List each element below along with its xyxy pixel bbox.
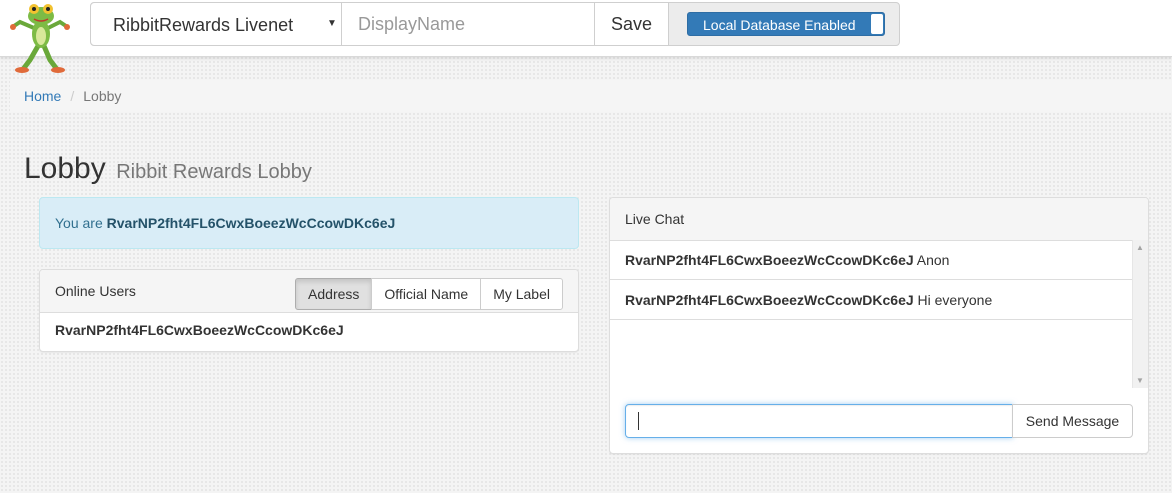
identity-alert: You are RvarNP2fht4FL6CwxBoeezWcCcowDKc6…	[39, 197, 579, 249]
online-users-title: Online Users	[55, 283, 136, 299]
breadcrumb-home-link[interactable]: Home	[24, 88, 61, 104]
network-select-value: RibbitRewards Livenet	[113, 15, 294, 35]
save-button[interactable]: Save	[595, 3, 669, 45]
text-cursor	[638, 412, 639, 430]
page-subtitle: Ribbit Rewards Lobby	[116, 161, 312, 183]
frog-mascot-icon[interactable]	[8, 2, 72, 76]
chat-message: RvarNP2fht4FL6CwxBoeezWcCcowDKc6eJ Anon	[610, 240, 1132, 280]
view-my-label-button[interactable]: My Label	[480, 278, 563, 310]
chat-message-list[interactable]: RvarNP2fht4FL6CwxBoeezWcCcowDKc6eJ Anon …	[610, 240, 1148, 388]
chat-message-input[interactable]	[625, 404, 1013, 438]
chat-message-text: Hi everyone	[917, 292, 993, 308]
scroll-down-arrow-icon[interactable]: ▼	[1136, 376, 1144, 385]
scroll-up-arrow-icon[interactable]: ▲	[1136, 243, 1144, 252]
local-database-toggle-label: Local Database Enabled	[703, 17, 856, 33]
live-chat-panel: Live Chat RvarNP2fht4FL6CwxBoeezWcCcowDK…	[609, 197, 1149, 454]
toolbar-controls: RibbitRewards Livenet ▼ Save Local Datab…	[90, 2, 900, 46]
send-message-button[interactable]: Send Message	[1012, 404, 1133, 438]
chat-message: RvarNP2fht4FL6CwxBoeezWcCcowDKc6eJ Hi ev…	[610, 280, 1132, 320]
user-view-toggle-group: Address Official Name My Label	[295, 278, 563, 310]
online-user-item[interactable]: RvarNP2fht4FL6CwxBoeezWcCcowDKc6eJ	[55, 322, 344, 338]
display-name-input[interactable]	[342, 3, 595, 45]
network-select[interactable]: RibbitRewards Livenet ▼	[91, 3, 342, 45]
top-navbar: RibbitRewards Livenet ▼ Save Local Datab…	[0, 0, 1172, 73]
live-chat-heading: Live Chat	[610, 198, 1148, 241]
chat-message-text: Anon	[916, 252, 950, 268]
identity-address: RvarNP2fht4FL6CwxBoeezWcCcowDKc6eJ	[106, 215, 396, 231]
breadcrumb: Home / Lobby	[10, 80, 1172, 112]
view-official-name-button[interactable]: Official Name	[371, 278, 482, 310]
chevron-down-icon: ▼	[327, 18, 337, 29]
chat-scrollbar[interactable]: ▲ ▼	[1132, 240, 1148, 388]
chat-message-sender: RvarNP2fht4FL6CwxBoeezWcCcowDKc6eJ	[625, 292, 914, 308]
chat-message-sender: RvarNP2fht4FL6CwxBoeezWcCcowDKc6eJ	[625, 252, 914, 268]
view-address-button[interactable]: Address	[295, 278, 373, 310]
breadcrumb-current: Lobby	[83, 88, 122, 104]
page-title: Lobby	[24, 152, 106, 185]
local-database-toggle[interactable]: Local Database Enabled	[687, 12, 885, 36]
live-chat-title: Live Chat	[625, 211, 685, 227]
toggle-knob	[871, 14, 883, 34]
online-users-panel: Online Users Address Official Name My La…	[39, 269, 579, 352]
online-users-heading: Online Users Address Official Name My La…	[40, 270, 578, 313]
identity-prefix: You are	[55, 215, 103, 231]
breadcrumb-separator: /	[70, 88, 75, 104]
page-heading: Lobby Ribbit Rewards Lobby	[24, 152, 312, 186]
